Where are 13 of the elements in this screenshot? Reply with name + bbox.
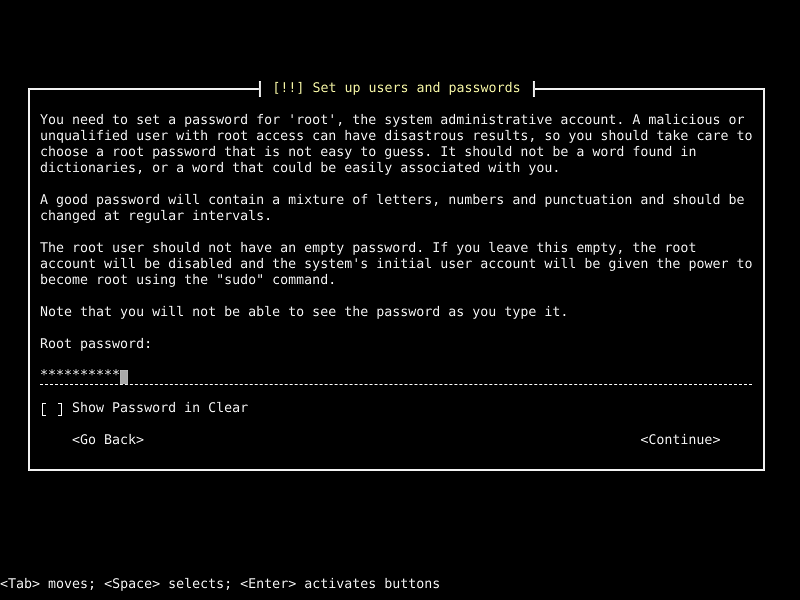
paragraph: A good password will contain a mixture of letters, numbers and punctuation and should be changed at regular intervals. bbox=[40, 193, 746, 225]
password-field[interactable]: ********** bbox=[40, 369, 752, 385]
field-label: Root password: bbox=[40, 337, 154, 353]
dialog-button[interactable]: <Go Back> bbox=[72, 433, 144, 449]
checkbox-label: Show Password in Clear bbox=[72, 401, 248, 417]
text-cursor bbox=[120, 370, 128, 384]
key-hint-text: <Tab> moves; <Space> selects; <Enter> activates buttons bbox=[0, 577, 440, 592]
paragraph: The root user should not have an empty password. If you leave this empty, the root account will be disabled and the system's initial user account will be given the power to become root using the "sudo" command. bbox=[40, 241, 752, 289]
paragraph: Note that you will not be able to see the password as you type it. bbox=[40, 305, 570, 321]
dialog-button[interactable]: <Continue> bbox=[640, 433, 720, 449]
checkbox[interactable] bbox=[40, 401, 64, 417]
paragraph: You need to set a password for 'root', the system administrative account. A malicious or unqualified user with root access can have disastrous results, so you should take care to choose a root password that is not easy to guess. It should not be a word found in dictionaries, or a word that could be easily associated with you. bbox=[40, 113, 752, 177]
dialog-title: [!!] Set up users and passwords bbox=[258, 81, 535, 97]
